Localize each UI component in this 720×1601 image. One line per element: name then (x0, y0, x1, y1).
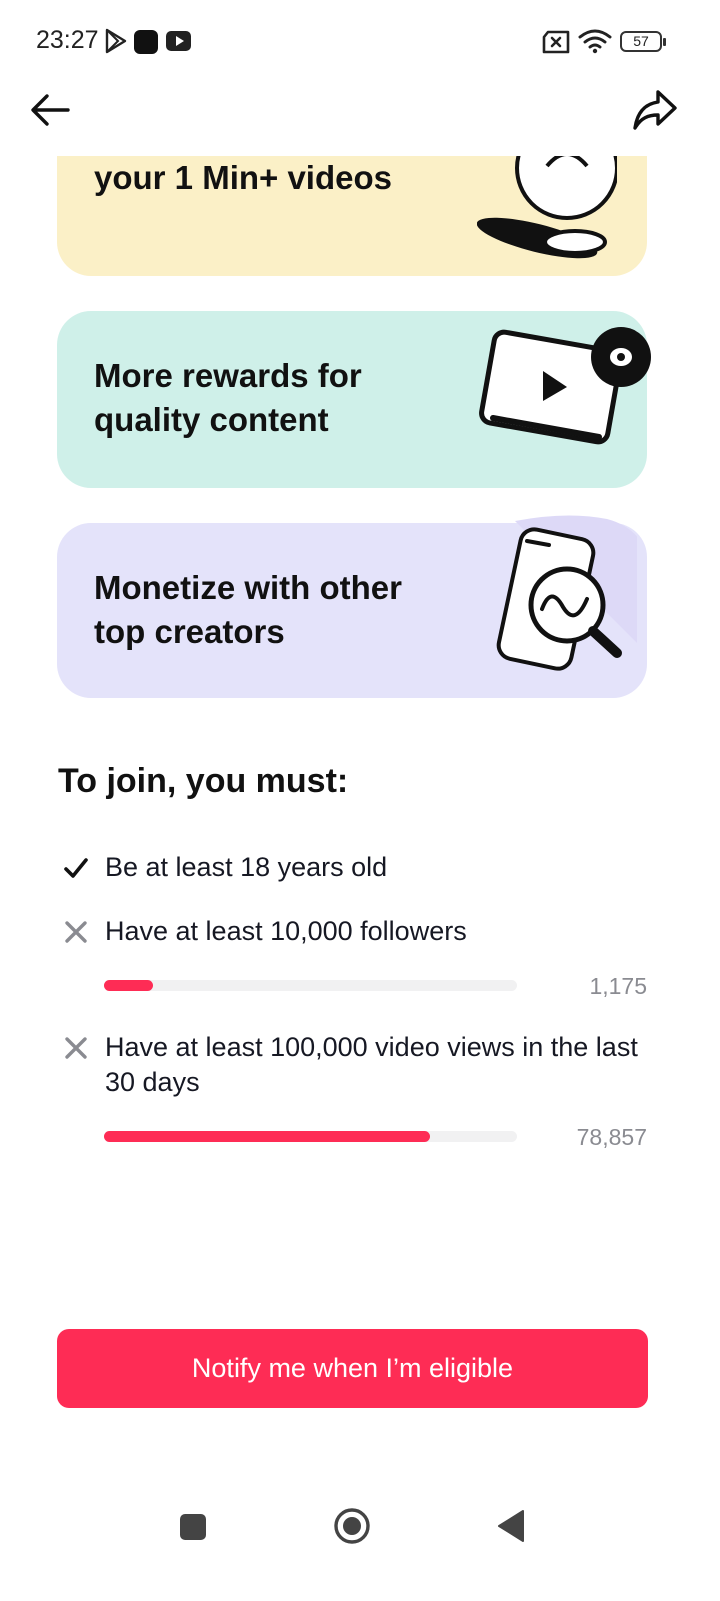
phone-magnifier-icon (496, 515, 637, 671)
battery-icon: 57 (620, 31, 666, 52)
requirements-heading: To join, you must: (58, 762, 349, 800)
views-progress-bar (104, 1131, 517, 1142)
followers-progress-fill (104, 980, 153, 991)
requirement-text: Have at least 100,000 video views in the… (105, 1032, 638, 1097)
check-icon (64, 858, 88, 878)
arrow-left-icon[interactable] (28, 88, 74, 134)
recents-square-icon[interactable] (178, 1512, 208, 1542)
requirement-text: Have at least 10,000 followers (105, 916, 467, 946)
wifi-icon (578, 29, 612, 54)
youtube-icon (166, 31, 191, 51)
card-quality-content: More rewards for quality content (57, 311, 651, 488)
cross-icon (65, 921, 87, 943)
status-time: 23:27 (36, 26, 99, 54)
views-progress-value: 78,857 (576, 1124, 647, 1150)
views-progress-fill (104, 1131, 430, 1142)
home-circle-icon[interactable] (333, 1507, 371, 1545)
video-eye-icon (479, 327, 651, 445)
app-square-icon (134, 30, 158, 54)
card-monetize-creators: Monetize with other top creators (57, 515, 647, 698)
card-collect-rewards: Collect rewards for your 1 Min+ videos (57, 156, 647, 276)
rewards-cards: Collect rewards for your 1 Min+ videos M… (0, 156, 720, 716)
requirement-age: Be at least 18 years old (62, 850, 662, 886)
requirement-video-views: Have at least 100,000 video views in the… (62, 1030, 662, 1102)
system-nav-bar (0, 1480, 720, 1601)
share-arrow-icon[interactable] (630, 86, 680, 134)
status-bar: 23:27 57 (0, 0, 720, 84)
requirement-followers: Have at least 10,000 followers (62, 914, 662, 950)
no-sim-icon (542, 30, 570, 54)
play-store-icon (105, 28, 127, 54)
followers-progress-bar (104, 980, 517, 991)
page: 23:27 57 Collect rewards for your 1 Min+… (0, 0, 720, 1601)
cross-icon (65, 1037, 87, 1059)
back-triangle-icon[interactable] (496, 1509, 526, 1543)
coins-icon (477, 156, 617, 259)
card-title: Monetize with other top creators (94, 569, 402, 650)
notify-eligible-button[interactable]: Notify me when I’m eligible (57, 1329, 648, 1408)
card-title: Collect rewards for your 1 Min+ videos (94, 159, 392, 196)
followers-progress-value: 1,175 (589, 973, 647, 999)
card-title: More rewards for quality content (94, 357, 362, 438)
requirement-text: Be at least 18 years old (105, 852, 388, 882)
